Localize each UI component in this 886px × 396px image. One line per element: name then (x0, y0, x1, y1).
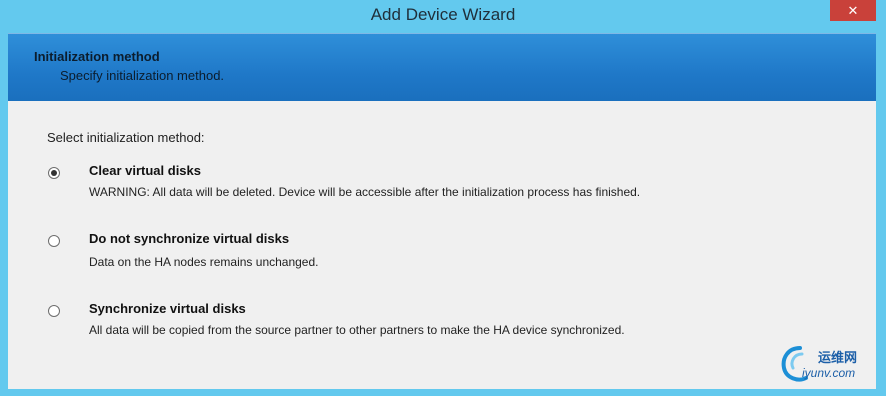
window-title: Add Device Wizard (370, 5, 516, 24)
option-description: Data on the HA nodes remains unchanged. (89, 255, 319, 269)
select-method-label: Select initialization method: (47, 130, 205, 145)
wizard-content: Select initialization method: Clear virt… (8, 101, 876, 389)
close-button[interactable]: ✕ (830, 0, 876, 21)
option-title[interactable]: Do not synchronize virtual disks (89, 231, 289, 246)
radio-synchronize[interactable] (48, 305, 60, 317)
title-bar[interactable]: Add Device Wizard ✕ (0, 0, 886, 33)
option-description: WARNING: All data will be deleted. Devic… (89, 185, 641, 199)
wizard-window: Add Device Wizard ✕ Initialization metho… (0, 0, 886, 396)
window-frame-right (876, 33, 886, 396)
window-frame-bottom (0, 389, 886, 396)
watermark-top-text: 运维网 (818, 350, 858, 365)
option-description: All data will be copied from the source … (89, 323, 625, 337)
window-frame-left (0, 33, 8, 396)
watermark-logo: 运维网 iyunv.com (780, 344, 876, 388)
option-title[interactable]: Synchronize virtual disks (89, 301, 246, 316)
option-title[interactable]: Clear virtual disks (89, 163, 201, 178)
radio-clear-virtual-disks[interactable] (48, 167, 60, 179)
close-icon: ✕ (847, 2, 859, 18)
header-subtitle: Specify initialization method. (60, 68, 225, 83)
radio-do-not-synchronize[interactable] (48, 235, 60, 247)
wizard-header: Initialization method Specify initializa… (8, 33, 876, 102)
header-title: Initialization method (34, 49, 160, 64)
watermark-bottom-text: iyunv.com (802, 366, 856, 380)
